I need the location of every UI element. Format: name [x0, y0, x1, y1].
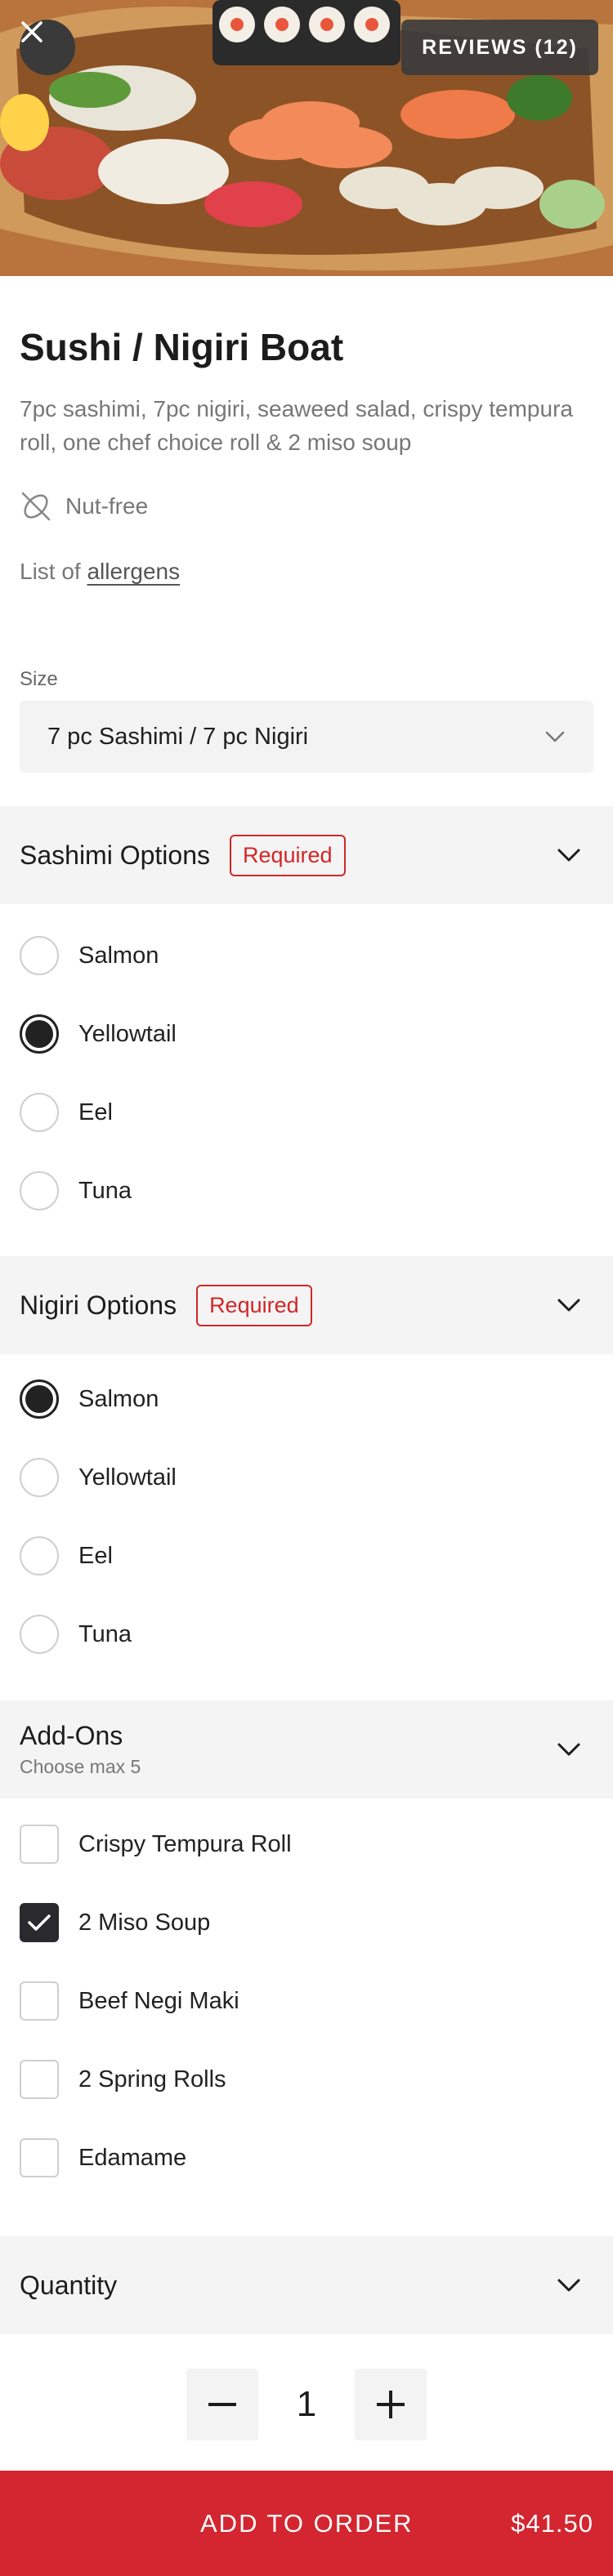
item-title: Sushi / Nigiri Boat: [20, 326, 344, 368]
checkbox[interactable]: [20, 2138, 59, 2177]
option-label: Eel: [78, 1542, 113, 1569]
option-label: Yellowtail: [78, 1464, 177, 1491]
sashimi-option-eel[interactable]: Eel: [20, 1092, 113, 1133]
checkbox[interactable]: [20, 2060, 59, 2099]
option-label: Salmon: [78, 942, 159, 969]
increment-button[interactable]: [355, 2369, 427, 2440]
nigiri-option-yellowtail[interactable]: Yellowtail: [20, 1457, 177, 1498]
section-title: Quantity: [20, 2270, 118, 2300]
addon-2-miso-soup[interactable]: 2 Miso Soup: [20, 1902, 210, 1943]
radio-button[interactable]: [20, 1458, 59, 1497]
option-label: Yellowtail: [78, 1020, 177, 1047]
hero-image: REVIEWS (12): [0, 0, 613, 276]
nigiri-option-tuna[interactable]: Tuna: [20, 1614, 132, 1655]
required-badge: Required: [196, 1284, 312, 1326]
add-to-order-label: ADD TO ORDER: [200, 2508, 414, 2538]
option-label: Eel: [78, 1099, 113, 1125]
addon-2-spring-rolls[interactable]: 2 Spring Rolls: [20, 2059, 226, 2100]
nigiri-options-header[interactable]: Nigiri Options Required: [0, 1256, 613, 1354]
option-label: Tuna: [78, 1620, 132, 1647]
sashimi-option-tuna[interactable]: Tuna: [20, 1170, 132, 1211]
radio-button[interactable]: [20, 1093, 59, 1132]
option-label: Crispy Tempura Roll: [78, 1830, 292, 1857]
diet-tag-label: Nut-free: [65, 493, 149, 519]
addons-header[interactable]: Add-Ons Choose max 5: [0, 1700, 613, 1798]
quantity-header[interactable]: Quantity: [0, 2236, 613, 2334]
order-price: $41.50: [511, 2508, 593, 2538]
radio-button-selected[interactable]: [20, 1379, 59, 1419]
option-label: Salmon: [78, 1385, 159, 1412]
size-value: 7 pc Sashimi / 7 pc Nigiri: [47, 723, 309, 750]
reviews-button[interactable]: REVIEWS (12): [401, 20, 598, 75]
chevron-down-icon: [557, 2279, 580, 2292]
required-badge: Required: [229, 834, 346, 876]
sashimi-option-salmon[interactable]: Salmon: [20, 935, 159, 976]
allergens-line: List of allergens: [20, 559, 180, 585]
decrement-button[interactable]: [186, 2369, 258, 2440]
quantity-stepper: 1: [186, 2369, 427, 2440]
radio-button-selected[interactable]: [20, 1014, 59, 1054]
nut-free-icon: [21, 492, 51, 521]
option-label: 2 Miso Soup: [78, 1909, 211, 1936]
sashimi-option-yellowtail[interactable]: Yellowtail: [20, 1014, 177, 1054]
option-label: Beef Negi Maki: [78, 1987, 239, 2014]
radio-button[interactable]: [20, 1536, 59, 1575]
section-title: Nigiri Options: [20, 1290, 177, 1320]
diet-tag: Nut-free: [20, 490, 148, 523]
chevron-down-icon: [557, 849, 580, 862]
allergens-prefix: List of: [20, 559, 81, 584]
checkmark-icon: [28, 1914, 51, 1931]
nigiri-option-eel[interactable]: Eel: [20, 1535, 113, 1576]
option-label: Tuna: [78, 1177, 132, 1204]
close-icon: [21, 21, 43, 42]
chevron-down-icon: [557, 1743, 580, 1756]
allergens-link[interactable]: allergens: [87, 559, 180, 584]
minus-icon: [208, 2403, 236, 2406]
size-label: Size: [20, 668, 58, 690]
addon-beef-negi-maki[interactable]: Beef Negi Maki: [20, 1981, 239, 2021]
chevron-down-icon: [545, 731, 565, 742]
option-label: Edamame: [78, 2144, 187, 2171]
checkbox[interactable]: [20, 1981, 59, 2021]
close-button[interactable]: [20, 20, 75, 75]
item-description: 7pc sashimi, 7pc nigiri, seaweed salad, …: [20, 396, 573, 455]
checkbox-checked[interactable]: [20, 1903, 59, 1942]
quantity-value: 1: [296, 2384, 317, 2424]
size-select[interactable]: 7 pc Sashimi / 7 pc Nigiri: [20, 701, 593, 773]
radio-button[interactable]: [20, 1615, 59, 1654]
section-title: Sashimi Options: [20, 840, 210, 870]
radio-button[interactable]: [20, 936, 59, 975]
chevron-down-icon: [557, 1299, 580, 1312]
radio-button[interactable]: [20, 1171, 59, 1210]
add-to-order-button[interactable]: ADD TO ORDER $41.50: [0, 2471, 613, 2576]
section-subtitle: Choose max 5: [20, 1756, 141, 1777]
checkbox[interactable]: [20, 1825, 59, 1864]
section-title: Add-Ons: [20, 1721, 123, 1750]
addon-edamame[interactable]: Edamame: [20, 2137, 186, 2178]
option-label: 2 Spring Rolls: [78, 2066, 226, 2092]
addon-crispy-tempura-roll[interactable]: Crispy Tempura Roll: [20, 1824, 292, 1865]
nigiri-option-salmon[interactable]: Salmon: [20, 1379, 159, 1419]
sashimi-options-header[interactable]: Sashimi Options Required: [0, 806, 613, 904]
plus-icon: [377, 2391, 405, 2418]
